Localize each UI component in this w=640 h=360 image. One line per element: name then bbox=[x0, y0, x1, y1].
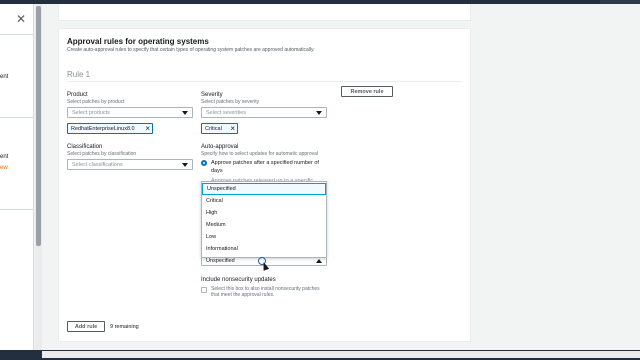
radio-approve-after-days-label-2: days bbox=[211, 168, 223, 174]
option-high[interactable]: High bbox=[202, 207, 326, 219]
top-nav-right bbox=[600, 0, 640, 4]
severity-select[interactable]: Select severities bbox=[201, 107, 327, 118]
previous-panel bbox=[58, 4, 471, 21]
panel-title: Approval rules for operating systems bbox=[67, 37, 209, 46]
caret-down-icon bbox=[182, 111, 188, 115]
scrollbar-thumb[interactable] bbox=[36, 6, 41, 246]
rule-title: Rule 1 bbox=[67, 70, 91, 79]
sidebar-divider bbox=[0, 34, 34, 35]
add-rule-label: Add rule bbox=[74, 324, 98, 330]
compliance-level-dropdown: Unspecified Critical High Medium Low Inf… bbox=[201, 181, 327, 258]
remove-token-icon[interactable]: × bbox=[230, 124, 235, 133]
horizontal-scrollbar[interactable] bbox=[42, 351, 640, 358]
severity-token: Critical × bbox=[201, 123, 238, 134]
close-icon[interactable]: ✕ bbox=[16, 12, 30, 26]
option-unspecified[interactable]: Unspecified bbox=[202, 183, 326, 195]
rule-divider bbox=[67, 81, 462, 82]
remove-token-icon[interactable]: × bbox=[145, 124, 150, 133]
product-select[interactable]: Select products bbox=[67, 107, 193, 118]
radio-approve-after-days[interactable] bbox=[201, 160, 207, 166]
product-token: RedhatEnterpriseLinux8.0 × bbox=[67, 123, 153, 134]
option-low[interactable]: Low bbox=[202, 231, 326, 243]
sidebar-divider bbox=[0, 209, 34, 210]
caret-down-icon bbox=[182, 163, 188, 167]
product-sublabel: Select patches by product bbox=[67, 99, 125, 105]
auto-approval-sublabel: Specify how to select updates for automa… bbox=[201, 151, 319, 157]
nonsecurity-label: Include nonsecurity updates bbox=[201, 277, 276, 283]
rules-remaining: 9 remaining bbox=[110, 324, 139, 330]
sidebar-item-2[interactable]: ent bbox=[0, 154, 8, 160]
severity-placeholder: Select severities bbox=[206, 110, 247, 116]
sidebar-divider bbox=[0, 117, 34, 118]
option-informational[interactable]: Informational bbox=[202, 243, 326, 255]
remove-rule-label: Remove rule bbox=[350, 89, 384, 95]
compliance-level-value: Unspecified bbox=[206, 258, 235, 264]
classification-sublabel: Select patches by classification bbox=[67, 151, 137, 157]
caret-down-icon bbox=[316, 111, 322, 115]
add-rule-button[interactable]: Add rule bbox=[67, 321, 105, 332]
product-placeholder: Select products bbox=[72, 110, 110, 116]
sidebar-item-3[interactable]: ew bbox=[0, 165, 8, 171]
product-label: Product bbox=[67, 92, 88, 98]
product-token-label: RedhatEnterpriseLinux8.0 bbox=[71, 126, 135, 132]
watermark-logo: MATIC bbox=[2, 344, 21, 350]
remove-rule-button[interactable]: Remove rule bbox=[341, 86, 393, 97]
classification-select[interactable]: Select classifications bbox=[67, 159, 193, 170]
radio-approve-after-days-label: Approve patches after a specified number… bbox=[211, 160, 319, 166]
option-critical[interactable]: Critical bbox=[202, 195, 326, 207]
classification-placeholder: Select classifications bbox=[72, 162, 123, 168]
classification-label: Classification bbox=[67, 144, 103, 150]
caret-up-icon bbox=[316, 259, 322, 263]
severity-sublabel: Select patches by severity bbox=[201, 99, 260, 105]
nonsecurity-text-2: that meet the approval rules. bbox=[211, 292, 275, 298]
severity-label: Severity bbox=[201, 92, 223, 98]
option-medium[interactable]: Medium bbox=[202, 219, 326, 231]
panel-description: Create auto-approval rules to specify th… bbox=[67, 47, 315, 53]
nonsecurity-checkbox[interactable] bbox=[201, 287, 207, 293]
sidebar-item-1[interactable]: ent bbox=[0, 74, 8, 80]
severity-token-label: Critical bbox=[205, 126, 222, 132]
sidebar: ✕ ent ent ew bbox=[0, 4, 34, 350]
auto-approval-label: Auto-approval bbox=[201, 144, 239, 150]
